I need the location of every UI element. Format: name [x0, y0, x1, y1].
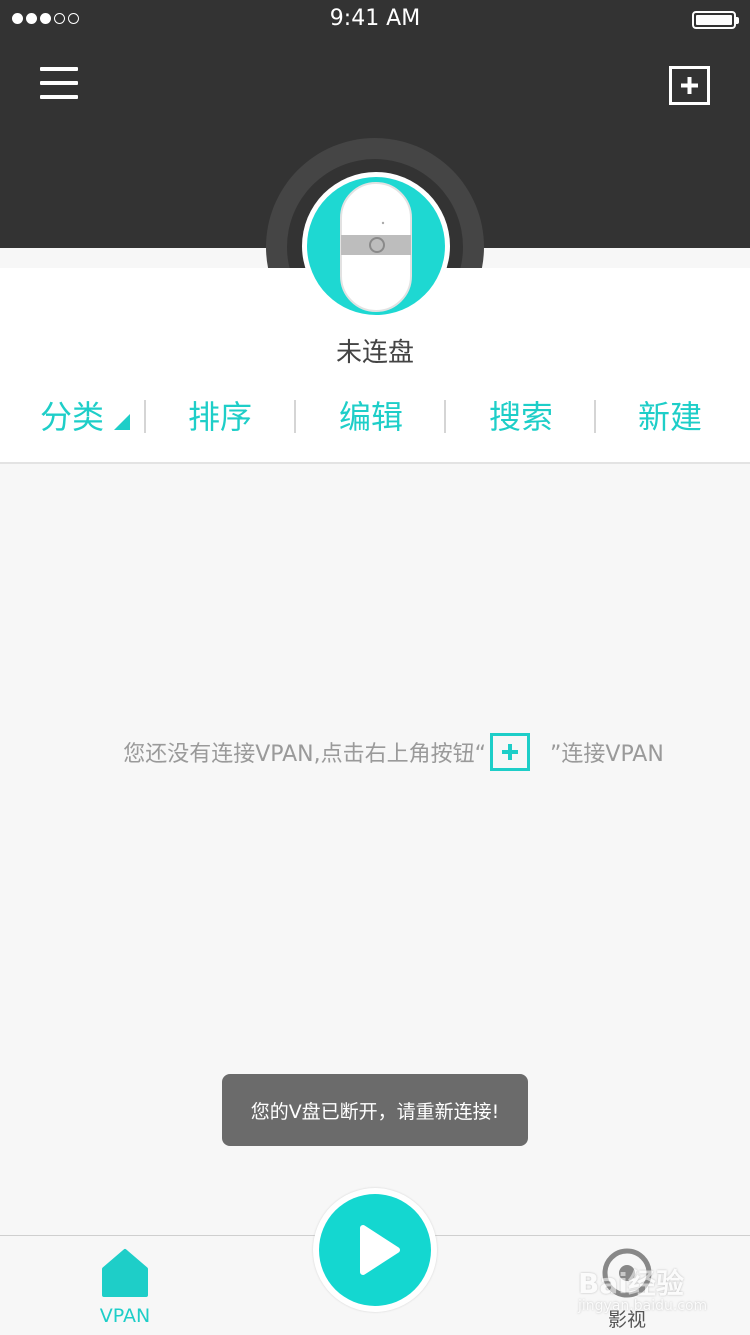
hamburger-icon: [40, 67, 78, 71]
tab-vpan[interactable]: VPAN: [84, 1245, 166, 1333]
empty-state-message: 您还没有连接VPAN,点击右上角按钮“ ”连接VPAN: [0, 733, 750, 771]
status-bar: 9:41 AM: [0, 0, 750, 40]
toolbar-divider: [294, 400, 296, 433]
menu-button[interactable]: [40, 65, 80, 101]
empty-state-text-end: ”连接VPAN: [550, 742, 664, 767]
watermark-url: jingyan.baidu.com: [578, 1298, 708, 1314]
battery-icon: [692, 11, 739, 29]
toolbar-divider: [444, 400, 446, 433]
sort-button[interactable]: 排序: [188, 392, 252, 442]
plus-box-icon: [681, 77, 698, 94]
baidu-watermark: Bai经验 jingyan.baidu.com: [578, 1252, 718, 1332]
action-toolbar: 分类 排序 编辑 搜索 新建: [0, 392, 750, 442]
edit-button[interactable]: 编辑: [339, 392, 403, 442]
add-device-button[interactable]: [669, 66, 710, 105]
new-button[interactable]: 新建: [638, 392, 702, 442]
play-button[interactable]: [313, 1188, 437, 1312]
play-icon: [360, 1225, 400, 1275]
disconnect-toast: 您的V盘已断开，请重新连接!: [222, 1074, 528, 1146]
category-button[interactable]: 分类: [40, 392, 104, 442]
toolbar-divider: [594, 400, 596, 433]
plus-box-icon: [490, 733, 530, 771]
tab-vpan-label: VPAN: [99, 1305, 151, 1327]
status-time: 9:41 AM: [329, 6, 421, 31]
search-label: 搜索: [489, 398, 554, 436]
watermark-text: Bai经验: [578, 1267, 684, 1300]
sort-label: 排序: [188, 398, 253, 436]
toast-message: 您的V盘已断开，请重新连接!: [250, 1101, 500, 1123]
empty-state-text-start: 您还没有连接VPAN,点击右上角按钮“: [123, 742, 486, 767]
toolbar-divider: [144, 400, 146, 433]
vdisk-device-icon: [340, 182, 412, 312]
device-status-label: 未连盘: [335, 338, 414, 368]
search-button[interactable]: 搜索: [489, 392, 553, 442]
category-label: 分类: [40, 398, 105, 436]
home-icon: [102, 1249, 148, 1297]
device-avatar[interactable]: [302, 172, 450, 320]
caret-down-icon: [114, 414, 130, 430]
new-label: 新建: [638, 398, 703, 436]
edit-label: 编辑: [339, 398, 404, 436]
